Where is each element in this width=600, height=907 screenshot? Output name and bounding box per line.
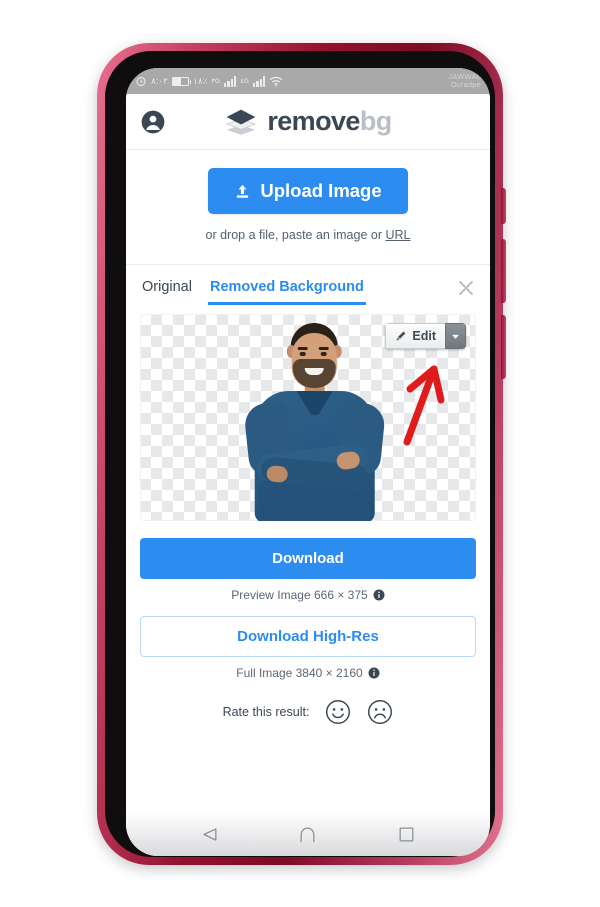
recents-icon[interactable]: [397, 825, 416, 844]
dropzone-hint: or drop a file, paste an image or URL: [126, 228, 490, 242]
upload-image-button[interactable]: Upload Image: [208, 168, 408, 214]
layers-icon: [226, 109, 257, 135]
upload-image-button-label: Upload Image: [260, 180, 382, 201]
status-bar-battery-label: ١٨٪: [193, 75, 208, 86]
tab-original[interactable]: Original: [140, 277, 194, 305]
phone-frame: ٨:٠٢ ١٨٪ ٣G ٤G JAWWAL Ocradpe removebg U…: [97, 43, 506, 865]
phone-side-button-volume-up[interactable]: [501, 239, 506, 303]
download-button[interactable]: Download: [140, 538, 476, 579]
status-bar: ٨:٠٢ ١٨٪ ٣G ٤G JAWWAL Ocradpe: [126, 68, 490, 94]
download-section: Download Preview Image 666 × 375 Downloa…: [126, 521, 490, 725]
edit-dropdown-toggle[interactable]: [445, 323, 466, 349]
edit-button-label: Edit: [412, 329, 436, 343]
brush-icon: [396, 331, 406, 341]
brand-wordmark: removebg: [267, 106, 392, 137]
info-icon[interactable]: [368, 667, 380, 679]
back-icon[interactable]: [200, 825, 219, 844]
full-image-meta-label: Full Image 3840 × 2160: [236, 666, 363, 680]
url-link[interactable]: URL: [385, 228, 410, 242]
screenshot-canvas: ٨:٠٢ ١٨٪ ٣G ٤G JAWWAL Ocradpe removebg U…: [0, 0, 600, 907]
preview-image-meta-label: Preview Image 666 × 375: [231, 588, 368, 602]
status-bar-left-group: ٨:٠٢ ١٨٪ ٣G ٤G: [135, 75, 283, 87]
info-icon[interactable]: [373, 589, 385, 601]
phone-side-button-mute[interactable]: [501, 188, 506, 224]
preview-image-meta: Preview Image 666 × 375: [140, 588, 476, 602]
edit-button[interactable]: Edit: [385, 323, 445, 349]
edit-split-button[interactable]: Edit: [385, 323, 466, 349]
home-icon[interactable]: [298, 825, 317, 844]
brand-name-secondary: bg: [359, 106, 392, 136]
status-bar-carrier-watermark: JAWWAL Ocradpe: [448, 73, 481, 89]
rating-section: Rate this result:: [140, 699, 476, 725]
signal-bars-icon-1: [224, 76, 237, 87]
image-preview-area[interactable]: Edit: [140, 314, 476, 521]
brand-logo-group: removebg: [126, 106, 490, 137]
tab-removed-background[interactable]: Removed Background: [207, 277, 366, 305]
preview-subject-image: [231, 321, 399, 521]
full-image-meta: Full Image 3840 × 2160: [140, 666, 476, 680]
rating-label: Rate this result:: [222, 705, 310, 719]
phone-bezel: ٨:٠٢ ١٨٪ ٣G ٤G JAWWAL Ocradpe removebg U…: [105, 51, 495, 857]
alarm-icon: [136, 77, 146, 86]
status-bar-time: ٨:٠٢: [151, 75, 169, 86]
upload-icon: [237, 184, 249, 198]
carrier-line-2: Ocradpe: [450, 80, 481, 89]
dropzone-hint-text: or drop a file, paste an image or: [205, 228, 386, 242]
phone-screen: ٨:٠٢ ١٨٪ ٣G ٤G JAWWAL Ocradpe removebg U…: [126, 68, 490, 856]
account-circle-icon[interactable]: [140, 109, 166, 135]
app-header: removebg: [126, 94, 490, 150]
battery-icon: [172, 76, 192, 86]
upload-dropzone[interactable]: Upload Image or drop a file, paste an im…: [126, 150, 490, 265]
download-high-res-button[interactable]: Download High-Res: [140, 616, 476, 657]
phone-side-button-volume-down[interactable]: [501, 315, 506, 379]
smiley-sad-icon[interactable]: [367, 699, 393, 725]
wifi-icon: [270, 76, 283, 86]
chevron-down-icon: [452, 334, 459, 339]
android-navigation-bar: [126, 812, 490, 856]
close-icon[interactable]: [456, 278, 476, 298]
signal-bars-icon-2: [252, 76, 266, 87]
status-bar-network-label-2: ٤G: [240, 78, 249, 85]
brand-name-primary: remove: [267, 106, 360, 136]
result-tabs: Original Removed Background: [126, 265, 490, 305]
smiley-happy-icon[interactable]: [325, 699, 351, 725]
status-bar-network-label-1: ٣G: [211, 78, 221, 85]
